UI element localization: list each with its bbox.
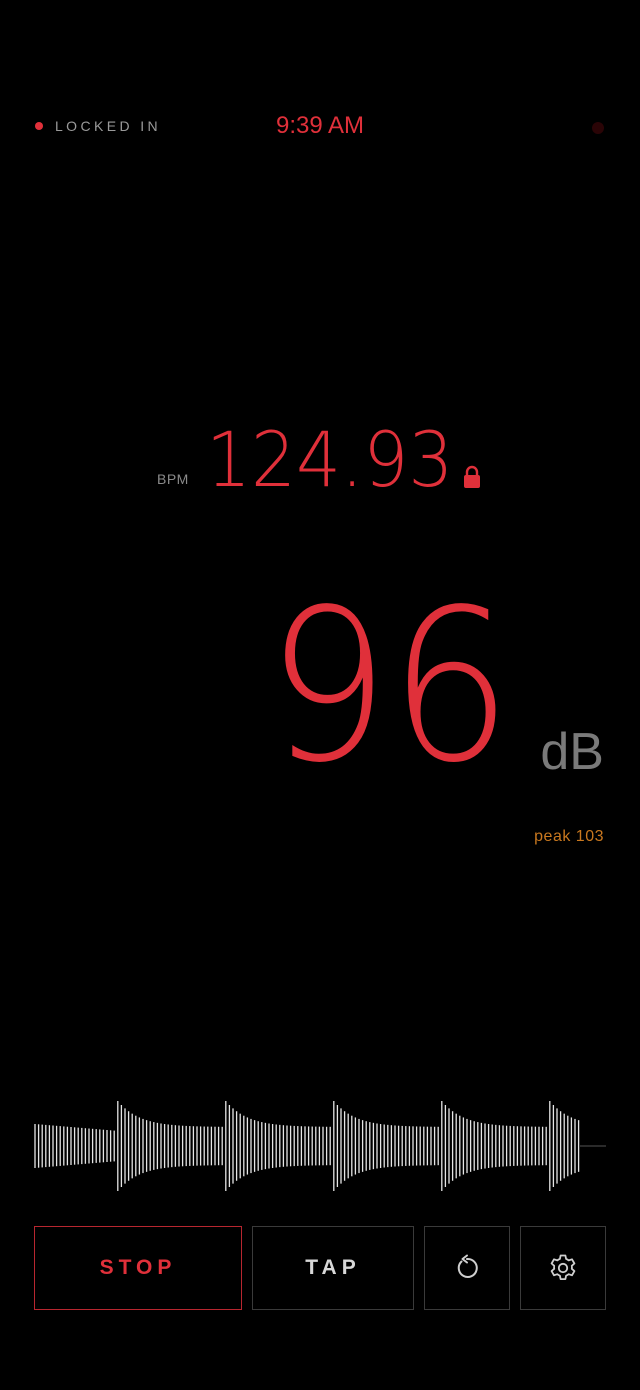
stop-button[interactable]: STOP bbox=[34, 1226, 242, 1310]
bpm-label: BPM bbox=[157, 471, 189, 487]
level-display: 96 dB bbox=[0, 582, 640, 810]
tap-button[interactable]: TAP bbox=[252, 1226, 414, 1310]
bpm-value: 124.93 bbox=[206, 415, 454, 504]
waveform bbox=[34, 1101, 606, 1191]
tap-button-label: TAP bbox=[305, 1256, 361, 1279]
db-unit: dB bbox=[540, 723, 604, 781]
gear-icon bbox=[550, 1254, 576, 1280]
reset-icon bbox=[457, 1254, 478, 1278]
peak-level: peak 103 bbox=[534, 828, 604, 845]
status-bar: LOCKED IN 9:39 AM bbox=[0, 108, 640, 148]
db-value: 96 bbox=[266, 564, 512, 809]
activity-indicator-dot bbox=[592, 122, 604, 134]
settings-button[interactable] bbox=[520, 1226, 606, 1310]
clock: 9:39 AM bbox=[275, 112, 365, 139]
control-bar: STOP TAP bbox=[0, 1226, 640, 1312]
bpm-display: BPM 124.93 bbox=[0, 415, 640, 505]
lock-icon[interactable] bbox=[462, 465, 482, 489]
reset-button[interactable] bbox=[424, 1226, 510, 1310]
stop-button-label: STOP bbox=[99, 1256, 177, 1279]
